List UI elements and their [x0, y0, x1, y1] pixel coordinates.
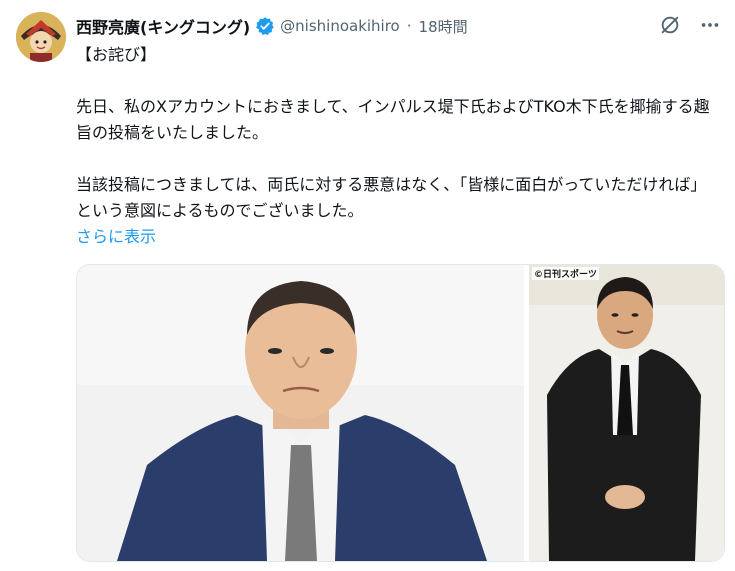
- post-media: ©日刊スポーツ: [76, 264, 725, 562]
- post-text: 【お詫び】 先日、私のXアカウントにおきまして、インパルス堤下氏およびTKO木下…: [76, 42, 721, 224]
- photo-credit: ©日刊スポーツ: [532, 267, 599, 280]
- author-handle[interactable]: @nishinoakihiro: [280, 17, 400, 35]
- author-name[interactable]: 西野亮廣(キングコング): [76, 14, 250, 38]
- media-photo-left[interactable]: [77, 265, 524, 561]
- post-timestamp[interactable]: 18時間: [419, 16, 468, 37]
- verified-badge-icon[interactable]: [255, 16, 275, 36]
- media-photo-right[interactable]: [529, 265, 724, 561]
- post-text-line: 先日、私のXアカウントにおきまして、インパルス堤下氏およびTKO木下氏を揶揄する…: [76, 97, 710, 142]
- more-options-icon[interactable]: [697, 12, 723, 38]
- grok-icon[interactable]: [657, 12, 683, 38]
- post-text-line: 【お詫び】: [76, 45, 157, 64]
- show-more-link[interactable]: さらに表示: [76, 224, 156, 250]
- post-text-line: 当該投稿につきましては、両氏に対する悪意はなく、「皆様に面白がっていただければ」…: [76, 175, 707, 220]
- avatar[interactable]: [16, 12, 66, 62]
- separator: ·: [406, 17, 412, 35]
- post-actions: [657, 12, 723, 38]
- post-header: 西野亮廣(キングコング) @nishinoakihiro · 18時間: [76, 12, 468, 40]
